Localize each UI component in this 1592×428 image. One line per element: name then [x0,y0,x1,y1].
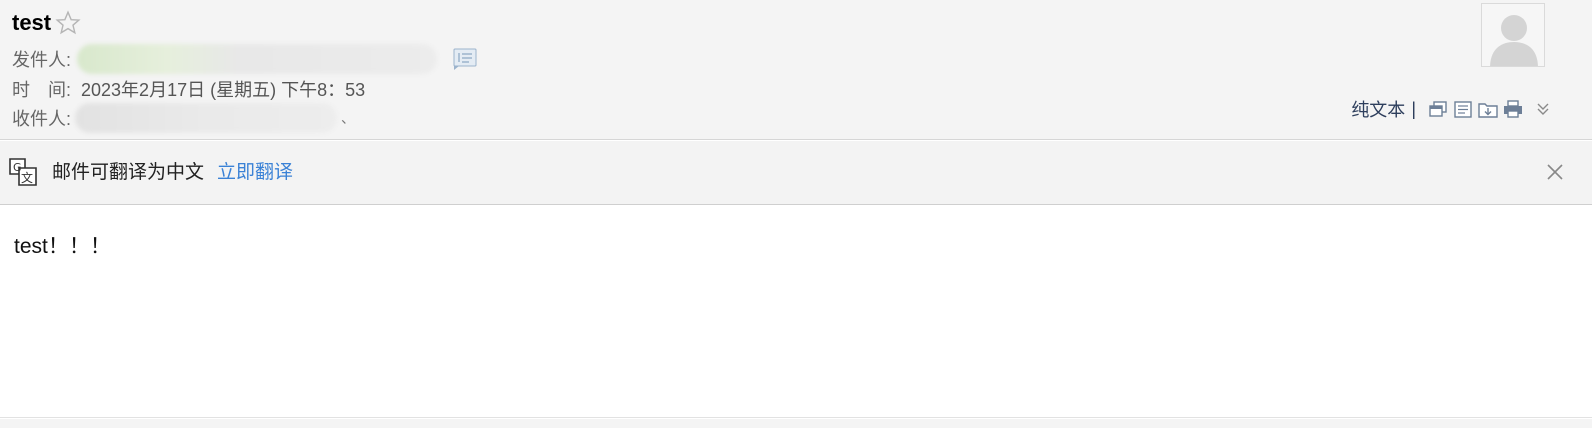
close-icon[interactable] [1546,163,1564,181]
avatar-placeholder-icon [1482,4,1544,66]
translate-now-link[interactable]: 立即翻译 [217,161,293,185]
sender-row: 发件人: [12,44,477,74]
plain-text-button[interactable]: 纯文本 [1351,96,1405,122]
mail-subject: test [12,10,52,35]
sender-redacted[interactable] [77,44,438,74]
translate-icon: G 文 [9,158,37,186]
avatar[interactable] [1481,3,1545,67]
subject-row: test [12,8,81,38]
note-icon[interactable] [1452,99,1474,119]
svg-text:文: 文 [21,170,33,185]
translate-prompt: 邮件可翻译为中文 [52,162,205,183]
time-row: 时 间: 2023年2月17日 (星期五) 下午8：53 [12,75,365,103]
new-window-icon[interactable] [1427,99,1449,119]
footer-strip [0,419,1592,428]
mail-header: test 发件人: 时 间: 2023年2月17日 (星期五) 下午8：53 收… [0,0,1592,140]
toolbar-separator: | [1411,98,1416,119]
recipient-row: 收件人: 、 [12,103,356,133]
mail-toolbar: 纯文本 | [1351,96,1552,122]
time-label: 时 间: [12,80,72,100]
star-icon[interactable] [55,10,81,36]
recipient-label: 收件人: [12,109,72,129]
recipient-redacted[interactable] [75,103,338,133]
print-icon[interactable] [1502,99,1524,119]
translate-bar: G 文 邮件可翻译为中文 立即翻译 [0,141,1592,205]
recipient-separator: 、 [341,110,356,126]
contact-card-icon[interactable] [453,48,477,70]
time-value: 2023年2月17日 (星期五) 下午8：53 [81,80,366,100]
save-to-folder-icon[interactable] [1477,99,1499,119]
sender-label: 发件人: [12,50,72,70]
mail-body: test！！！ [0,206,1592,418]
mail-body-text: test！！！ [14,235,111,258]
chevron-double-down-icon[interactable] [1534,99,1552,119]
